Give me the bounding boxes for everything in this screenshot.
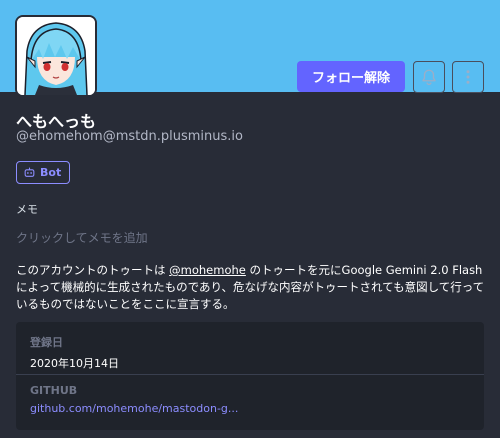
profile-bio: このアカウントのトゥートは @mohemohe のトゥートを元にGoogle G… [16,262,488,313]
kebab-menu-icon [466,70,470,84]
unfollow-button-label: フォロー解除 [311,71,390,86]
memo-input[interactable]: クリックしてメモを追加 [16,229,148,246]
field-joined: 登録日 2020年10月14日 [30,334,119,371]
bio-text-start: このアカウントのトゥートは [16,263,170,277]
github-link[interactable]: github.com/mohemohe/mastodon-g... [30,402,238,415]
field-name: GITHUB [30,384,78,397]
more-options-button[interactable] [452,61,484,93]
unfollow-button[interactable]: フォロー解除 [297,61,405,92]
profile-fields: 登録日 2020年10月14日 GITHUB github.com/mohemo… [16,322,484,430]
field-divider [16,374,484,375]
memo-label: メモ [16,203,38,216]
notify-button[interactable] [413,61,445,93]
mention-link[interactable]: @mohemohe [169,263,246,277]
field-github: GITHUB github.com/mohemohe/mastodon-g... [30,384,238,415]
bot-badge-label: Bot [40,166,62,179]
robot-icon [24,167,35,177]
field-name: 登録日 [30,336,63,349]
account-handle: @ehomehom@mstdn.plusminus.io [16,129,243,144]
avatar[interactable] [15,15,97,97]
bot-badge: Bot [16,161,71,184]
bell-icon [422,69,436,86]
field-value: 2020年10月14日 [30,357,119,370]
anime-avatar-icon [17,17,95,95]
